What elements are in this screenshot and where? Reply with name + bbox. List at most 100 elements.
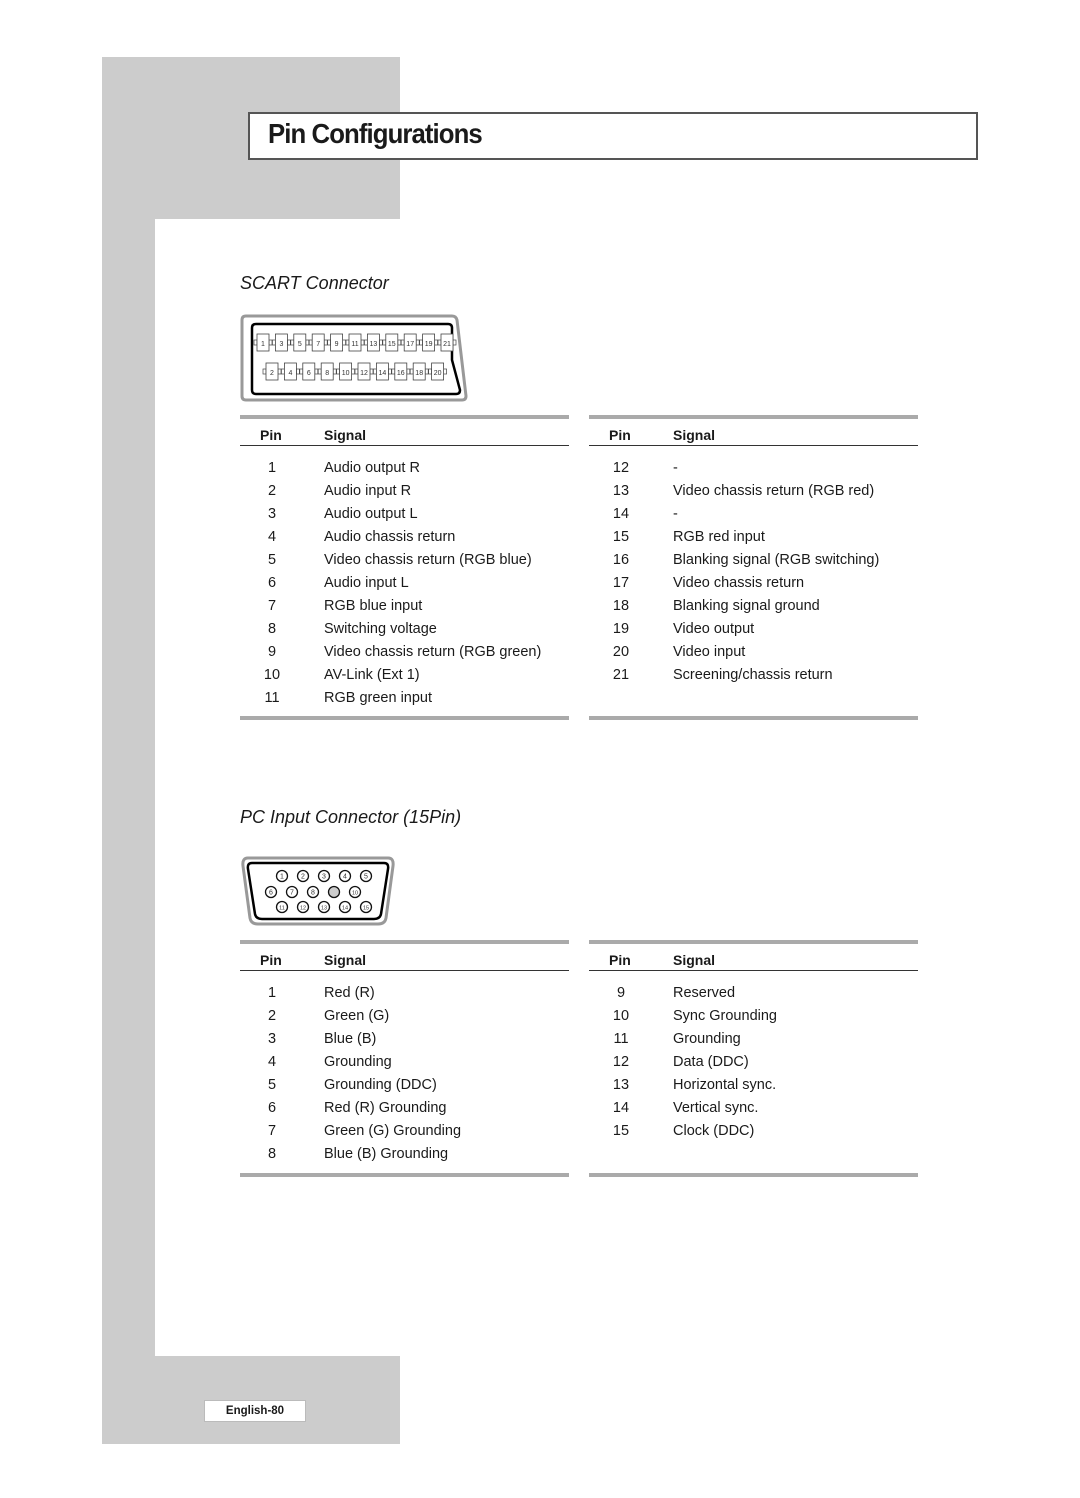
pin-number: 14 [612, 506, 630, 522]
scart-pin: 12 [354, 362, 374, 381]
scart-pin-label: 8 [325, 370, 329, 377]
pin-signal: Grounding [673, 1031, 741, 1047]
pc-table-left: Pin Signal 1 Red (R) 2 Green (G) 3 Blue (B) 4 Gro… [240, 940, 569, 1177]
vga-pin: 5 [359, 869, 373, 883]
pin-signal: Video chassis return (RGB blue) [324, 552, 532, 568]
scart-pin-label: 17 [406, 341, 414, 348]
header-pin: Pin [609, 952, 631, 968]
pin-number: 12 [612, 1054, 630, 1070]
vga-pin-label: 4 [343, 874, 347, 881]
vga-pin-label: 12 [300, 906, 306, 912]
table-row: 7 RGB blue input [240, 595, 569, 618]
header-signal: Signal [324, 427, 367, 443]
scart-pin: 7 [308, 333, 328, 352]
pin-number: 3 [267, 1031, 277, 1047]
pin-number: 3 [267, 506, 277, 522]
pin-signal: Horizontal sync. [673, 1077, 777, 1093]
pin-signal: Red (R) Grounding [324, 1100, 447, 1116]
pin-signal: Video output [673, 621, 755, 637]
vga-pin-label: 10 [352, 891, 358, 897]
vga-pin: 7 [285, 885, 299, 899]
scart-pin-label: 18 [415, 370, 423, 377]
vga-pin: 6 [264, 885, 278, 899]
pin-signal: Audio output L [324, 506, 418, 522]
pin-number: 2 [267, 1008, 277, 1024]
pin-signal: Video chassis return (RGB red) [673, 483, 875, 499]
pin-number: 17 [612, 575, 630, 591]
table-row: 10 Sync Grounding [589, 1005, 918, 1028]
pin-number: 16 [612, 552, 630, 568]
pin-number: 6 [267, 1100, 277, 1116]
pin-number: 13 [612, 483, 630, 499]
vga-pin-label: 7 [290, 890, 294, 897]
pin-number: 5 [267, 1077, 277, 1093]
pin-signal: Blue (B) [324, 1031, 377, 1047]
scart-connector-icon: 1 3 5 7 9 11 13 15 17 19 21 2 4 6 8 10 12 14 16 18 20 [240, 314, 468, 402]
table-row: 6 Audio input L [240, 572, 569, 595]
page-title: Pin Configurations [268, 118, 483, 149]
pin-signal: Audio chassis return [324, 529, 456, 545]
table-header: Pin Signal [589, 419, 918, 446]
table-row: 1 Audio output R [240, 457, 569, 480]
vga-pin: 10 [348, 885, 362, 899]
pin-number: 10 [263, 667, 281, 683]
scart-pin: 18 [409, 362, 429, 381]
table-bottom-rule [240, 1173, 569, 1177]
table-row: 11 RGB green input [240, 687, 569, 710]
pin-number: 1 [267, 985, 277, 1001]
pin-signal: Vertical sync. [673, 1100, 759, 1116]
pin-signal: Sync Grounding [673, 1008, 777, 1024]
vga-connector-icon: 1 2 3 4 56 7 8 1011 12 13 14 15 [241, 856, 395, 926]
pin-number: 4 [267, 529, 277, 545]
scart-pin-label: 10 [342, 370, 350, 377]
pin-signal: - [673, 460, 678, 476]
pin-signal: Data (DDC) [673, 1054, 749, 1070]
scart-pin-label: 15 [388, 341, 396, 348]
header-pin: Pin [260, 952, 282, 968]
table-row: 15 RGB red input [589, 526, 918, 549]
table-header: Pin Signal [240, 944, 569, 971]
scart-pin-label: 7 [316, 341, 320, 348]
pin-signal: RGB red input [673, 529, 765, 545]
scart-pin-label: 19 [425, 341, 433, 348]
scart-pin: 2 [262, 362, 282, 381]
scart-pin: 13 [364, 333, 383, 352]
scart-pin-label: 20 [434, 370, 442, 377]
table-header: Pin Signal [589, 944, 918, 971]
scart-pin: 20 [428, 362, 447, 381]
pin-signal: Video input [673, 644, 746, 660]
scart-pin-label: 12 [360, 370, 368, 377]
table-row: 16 Blanking signal (RGB switching) [589, 549, 918, 572]
scart-pin: 16 [391, 362, 411, 381]
scart-pin-label: 4 [288, 370, 292, 377]
table-row: 20 Video input [589, 641, 918, 664]
pin-number: 15 [612, 1123, 630, 1139]
pin-number: 9 [267, 644, 277, 660]
table-row: 14 Vertical sync. [589, 1097, 918, 1120]
pin-number: 4 [267, 1054, 277, 1070]
vga-pin: 15 [359, 900, 373, 914]
vga-pin-label: 5 [364, 874, 368, 881]
header-pin: Pin [609, 427, 631, 443]
scart-pin: 8 [317, 362, 337, 381]
pin-number: 12 [612, 460, 630, 476]
scart-pin: 9 [327, 333, 346, 352]
scart-pin-label: 11 [351, 341, 358, 348]
scart-section-title: SCART Connector [240, 273, 389, 293]
scart-pin-label: 1 [261, 341, 265, 348]
table-row: 3 Audio output L [240, 503, 569, 526]
table-row: 13 Video chassis return (RGB red) [589, 480, 918, 503]
table-row: 2 Audio input R [240, 480, 569, 503]
pin-number: 11 [264, 690, 280, 706]
pin-number: 21 [612, 667, 630, 683]
pin-number: 6 [267, 575, 277, 591]
pin-signal: Video chassis return [673, 575, 805, 591]
table-bottom-rule [589, 1173, 918, 1177]
table-row: 15 Clock (DDC) [589, 1120, 918, 1143]
table-row: 11 Grounding [589, 1028, 918, 1051]
vga-pin: 8 [306, 885, 320, 899]
scart-pin: 19 [419, 333, 438, 352]
pin-number: 19 [612, 621, 630, 637]
pin-signal: Clock (DDC) [673, 1123, 755, 1139]
pin-number: 7 [267, 598, 277, 614]
